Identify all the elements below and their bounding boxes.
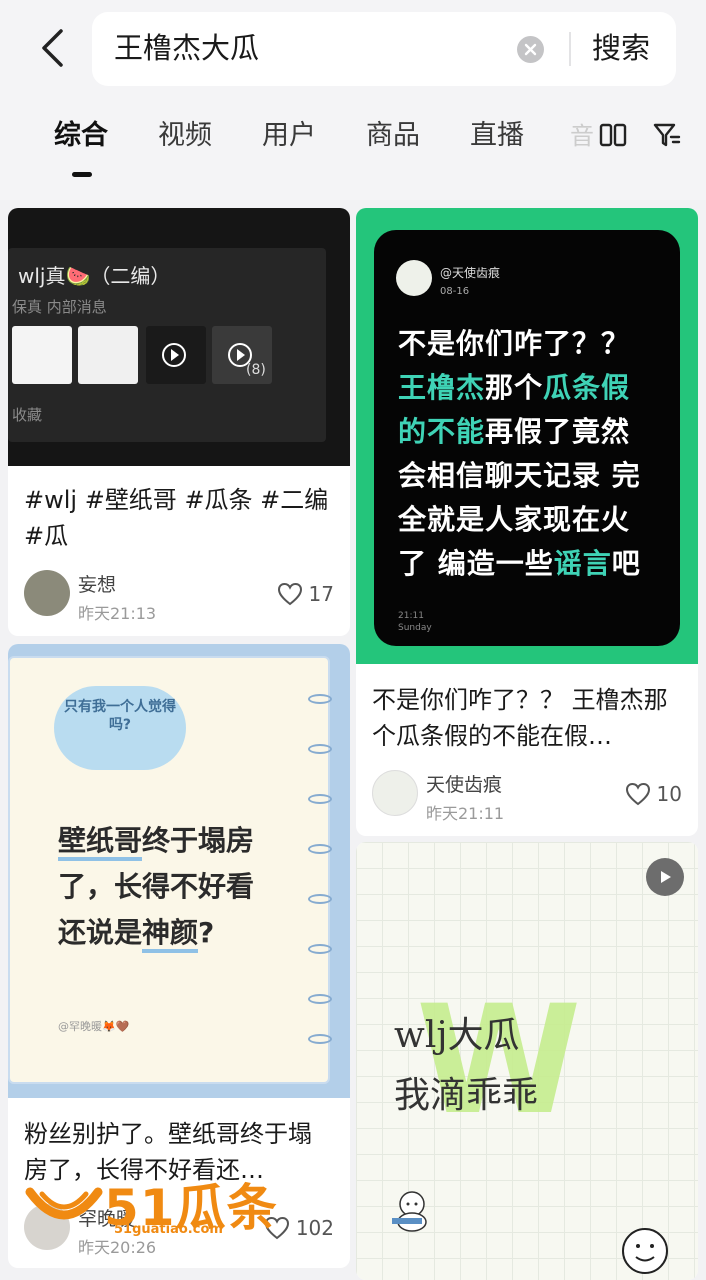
underlined-text: 神颜 <box>142 916 199 953</box>
post-footer: 21:11 Sunday <box>398 610 432 634</box>
text-line: 了 编造一些 <box>398 547 554 580</box>
card-title[interactable]: #wlj #壁纸哥 #瓜条 #二编 #瓜 <box>24 482 342 554</box>
text-line: wlj大瓜 <box>394 1015 520 1056</box>
binder-ring <box>308 944 332 954</box>
video-count: (8) <box>246 362 266 378</box>
text-line: 不是你们咋了？？ <box>398 327 631 360</box>
card-cover-image[interactable]: W wlj大瓜 我滴乖乖 <box>356 842 698 1280</box>
result-card[interactable]: wlj真🍉（二编） 保真 内部消息 (8) 收藏 #wlj #壁纸哥 #瓜条 #… <box>8 208 350 636</box>
result-card[interactable]: @天使齿痕 08-16 不是你们咋了？？ 王橹杰那个瓜条假 的不能再假了竟然 会… <box>356 208 698 836</box>
search-query[interactable]: 王橹杰大瓜 <box>114 28 259 68</box>
heart-icon <box>625 782 650 806</box>
notebook-text: 壁纸哥终于塌房 了，长得不好看 还说是神颜? <box>58 818 320 956</box>
author-name[interactable]: 天使齿痕 <box>426 770 502 797</box>
search-divider <box>569 32 571 66</box>
binder-ring <box>308 844 332 854</box>
watermark-url: 51guatiao.com <box>114 1222 223 1237</box>
binder-ring <box>308 894 332 904</box>
site-watermark: 51瓜条 51guatiao.com <box>20 1168 280 1248</box>
binder-ring <box>308 694 332 704</box>
post-handle: @天使齿痕 <box>440 266 501 280</box>
like-count: 102 <box>295 1216 334 1240</box>
like-count: 17 <box>308 582 334 606</box>
text-line: 全就是人家现在火 <box>398 503 631 536</box>
avatar[interactable] <box>372 770 418 816</box>
post-time: 昨天21:13 <box>78 604 157 623</box>
text-line: 那个 <box>485 371 544 404</box>
post-time: 昨天21:11 <box>426 804 505 823</box>
image-signature: @罕晚暖🦊🤎 <box>58 1020 130 1033</box>
heart-icon <box>277 582 302 606</box>
smiley-doodle-icon <box>622 1228 668 1274</box>
highlight-text: 瓜条假 <box>543 371 631 404</box>
highlight-text: 的不能 <box>398 415 486 448</box>
footer-day: Sunday <box>398 623 432 633</box>
card-cover-image[interactable]: wlj真🍉（二编） 保真 内部消息 (8) 收藏 <box>8 208 350 466</box>
play-icon <box>661 871 671 883</box>
search-header: 王橹杰大瓜 搜索 综合 视频 用户 商品 直播 音 <box>0 0 706 200</box>
tab-products[interactable]: 商品 <box>366 116 420 156</box>
handwritten-text: wlj大瓜 我滴乖乖 <box>394 1006 538 1126</box>
search-button[interactable]: 搜索 <box>592 28 650 68</box>
dual-column-layout-icon[interactable] <box>598 120 628 150</box>
text-line: ? <box>198 916 215 949</box>
video-thumbnail <box>146 326 206 384</box>
binder-ring <box>308 1034 332 1044</box>
binder-ring <box>308 744 332 754</box>
like-button[interactable]: 17 <box>277 582 334 606</box>
result-card[interactable]: W wlj大瓜 我滴乖乖 <box>356 842 698 1280</box>
back-arrow-icon <box>42 29 63 67</box>
clear-search-button[interactable] <box>517 36 544 63</box>
chat-thumbnail <box>12 326 72 384</box>
bubble-text: 只有我一个人觉得吗? <box>64 699 176 733</box>
highlight-text: 王橹杰 <box>398 371 486 404</box>
video-play-button[interactable] <box>646 858 684 896</box>
tab-video[interactable]: 视频 <box>158 116 212 156</box>
panel-title: wlj真🍉（二编） <box>18 264 171 288</box>
author-name[interactable]: 妄想 <box>78 570 116 597</box>
tab-comprehensive[interactable]: 综合 <box>54 116 108 156</box>
binder-ring <box>308 794 332 804</box>
like-count: 10 <box>656 782 682 806</box>
search-input[interactable]: 王橹杰大瓜 搜索 <box>92 12 676 86</box>
active-tab-indicator <box>72 172 92 177</box>
watermelon-logo-icon <box>25 1187 103 1220</box>
underlined-text: 壁纸哥 <box>58 824 143 861</box>
text-line: 再假了竟然 <box>485 415 631 448</box>
text-line: 了，长得不好看 <box>58 870 255 903</box>
video-thumbnail: (8) <box>212 326 272 384</box>
tab-music-partial[interactable]: 音 <box>570 116 600 156</box>
avatar[interactable] <box>24 570 70 616</box>
card-title[interactable]: 不是你们咋了？？ 王橹杰那个瓜条假的不能在假… <box>372 682 682 754</box>
filter-icon[interactable] <box>652 120 682 150</box>
avatar <box>396 260 432 296</box>
tab-live[interactable]: 直播 <box>470 116 524 156</box>
back-button[interactable] <box>30 22 74 74</box>
like-button[interactable]: 10 <box>625 782 682 806</box>
card-cover-image[interactable]: @天使齿痕 08-16 不是你们咋了？？ 王橹杰那个瓜条假 的不能再假了竟然 会… <box>356 208 698 664</box>
footer-time: 21:11 <box>398 611 424 621</box>
play-icon <box>162 343 186 367</box>
text-line: 终于塌房 <box>142 824 255 857</box>
card-cover-image[interactable]: 只有我一个人觉得吗? 壁纸哥终于塌房 了，长得不好看 还说是神颜? @罕晚暖🦊🤎 <box>8 644 350 1098</box>
panel-note: 保真 内部消息 <box>12 298 107 316</box>
text-line: 会相信聊天记录 完 <box>398 459 641 492</box>
close-icon <box>524 43 537 56</box>
tab-users[interactable]: 用户 <box>262 116 316 156</box>
text-line: 吧 <box>611 547 641 580</box>
text-line: 还说是 <box>58 916 143 949</box>
chat-thumbnail <box>78 326 138 384</box>
phone-screenshot: @天使齿痕 08-16 不是你们咋了？？ 王橹杰那个瓜条假 的不能再假了竟然 会… <box>374 230 680 646</box>
bear-guitar-doodle-icon <box>392 1191 427 1232</box>
highlight-text: 谣言 <box>553 547 612 580</box>
notebook-illustration: 只有我一个人觉得吗? 壁纸哥终于塌房 了，长得不好看 还说是神颜? @罕晚暖🦊🤎 <box>8 656 330 1084</box>
panel-footer: 收藏 <box>12 406 43 424</box>
text-line: 我滴乖乖 <box>394 1075 539 1116</box>
post-date: 08-16 <box>440 286 470 297</box>
binder-ring <box>308 994 332 1004</box>
post-text: 不是你们咋了？？ 王橹杰那个瓜条假 的不能再假了竟然 会相信聊天记录 完 全就是… <box>398 322 660 586</box>
